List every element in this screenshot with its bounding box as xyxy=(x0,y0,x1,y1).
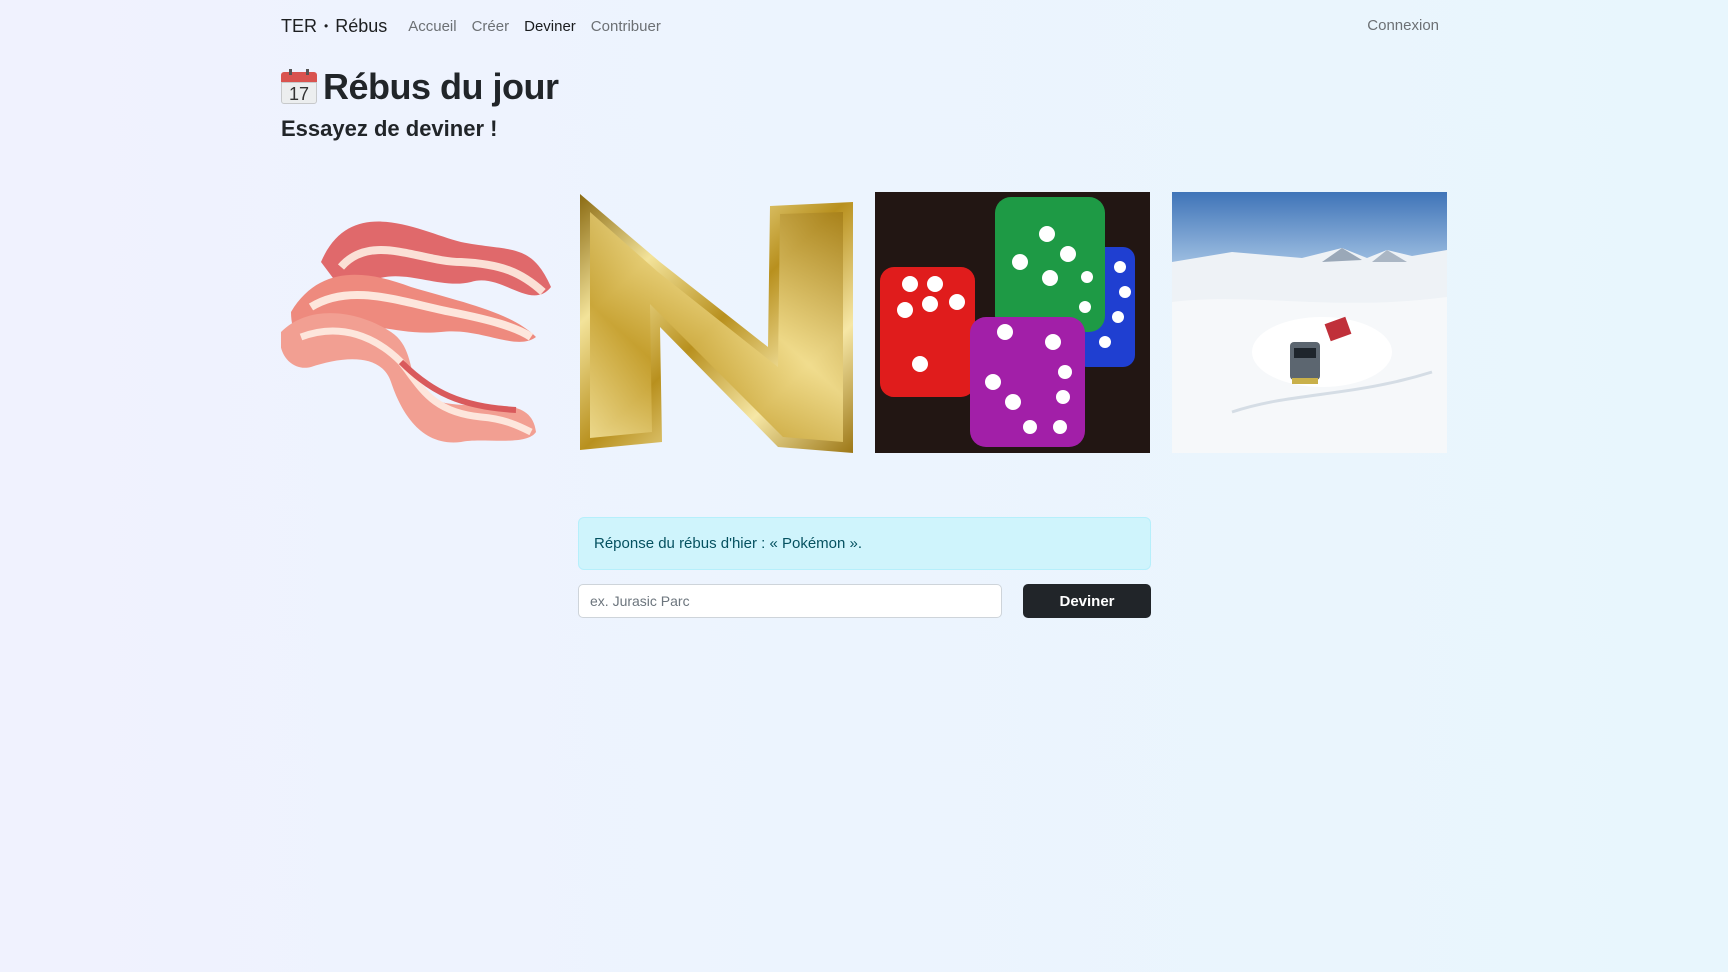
gold-letter-n-image xyxy=(578,192,853,453)
brand[interactable]: TER • Rébus xyxy=(281,16,387,37)
bacon-image xyxy=(281,192,556,453)
dice-image xyxy=(875,192,1150,453)
login-link[interactable]: Connexion xyxy=(1367,17,1439,34)
brand-right: Rébus xyxy=(335,15,388,36)
navbar: TER • Rébus Accueil Créer Deviner Contri… xyxy=(281,0,1447,52)
nav-accueil[interactable]: Accueil xyxy=(408,18,456,35)
nav-links: Accueil Créer Deviner Contribuer xyxy=(408,18,661,35)
guess-input[interactable] xyxy=(578,584,1002,618)
snow-train-image xyxy=(1172,192,1447,453)
page-title: 17 Rébus du jour xyxy=(281,66,559,108)
rebus-pictures xyxy=(281,192,1447,453)
calendar-icon: 17 xyxy=(281,69,317,105)
page-container: TER • Rébus Accueil Créer Deviner Contri… xyxy=(281,0,1447,618)
yesterday-answer-alert: Réponse du rébus d'hier : « Pokémon ». xyxy=(578,517,1151,570)
calendar-day: 17 xyxy=(281,82,317,104)
nav-creer[interactable]: Créer xyxy=(472,18,510,35)
nav-contribuer[interactable]: Contribuer xyxy=(591,18,661,35)
brand-separator: • xyxy=(324,19,329,33)
nav-deviner[interactable]: Deviner xyxy=(524,18,576,35)
brand-left: TER xyxy=(281,15,317,36)
subtitle: Essayez de deviner ! xyxy=(281,116,498,141)
guess-button[interactable]: Deviner xyxy=(1023,584,1151,618)
title-text: Rébus du jour xyxy=(323,66,559,107)
